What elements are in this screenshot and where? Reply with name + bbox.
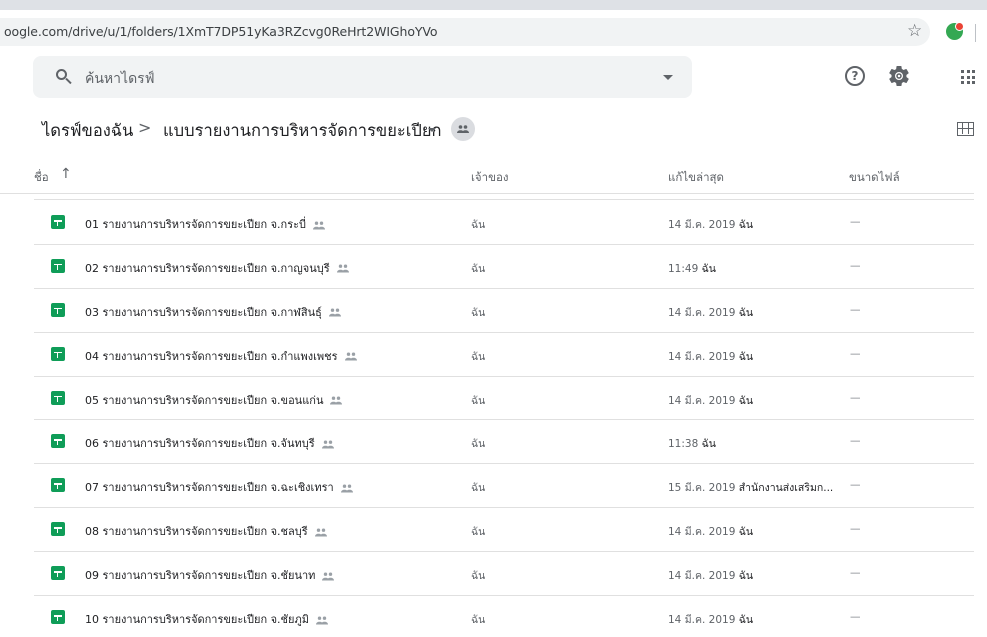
file-last-modified: 14 มี.ค. 2019 ฉัน — [668, 350, 754, 363]
bookmark-star-icon[interactable]: ☆ — [907, 20, 922, 42]
file-last-modified: 14 มี.ค. 2019 ฉัน — [668, 526, 754, 539]
file-row[interactable]: 08 รายงานการบริหารจัดการขยะเปียก จ.ชลบุร… — [34, 508, 974, 553]
browser-toolbar: oogle.com/drive/u/1/folders/1XmT7DP51yKa… — [0, 10, 987, 52]
file-owner: ฉัน — [471, 482, 486, 495]
google-sheets-icon — [51, 522, 65, 537]
shared-people-icon — [330, 396, 343, 405]
file-owner: ฉัน — [471, 219, 486, 231]
google-sheets-icon — [51, 258, 65, 273]
file-row[interactable]: 02 รายงานการบริหารจัดการขยะเปียก จ.กาญจน… — [34, 245, 974, 289]
toolbar-divider — [975, 24, 976, 42]
shared-people-icon — [322, 572, 335, 581]
google-sheets-icon — [51, 215, 65, 229]
google-sheets-icon — [51, 478, 65, 493]
file-list-header: ชื่อ ↑ เจ้าของ แก้ไขล่าสุด ขนาดไฟล์ — [0, 156, 974, 194]
file-last-modified: 14 มี.ค. 2019 ฉัน — [668, 394, 754, 407]
file-size: — — [850, 523, 861, 536]
shared-folder-people-icon[interactable] — [451, 117, 475, 141]
google-sheets-icon — [51, 390, 65, 405]
file-size: — — [850, 435, 861, 448]
file-row[interactable]: 10 รายงานการบริหารจัดการขยะเปียก จ.ชัยภู… — [34, 596, 974, 637]
file-size: — — [850, 216, 861, 228]
file-name[interactable]: 04 รายงานการบริหารจัดการขยะเปียก จ.กำแพง… — [85, 347, 358, 365]
file-owner: ฉัน — [471, 306, 486, 319]
google-apps-icon[interactable] — [961, 70, 975, 84]
file-row[interactable]: 05 รายงานการบริหารจัดการขยะเปียก จ.ขอนแก… — [34, 377, 974, 421]
search-icon[interactable] — [56, 69, 72, 85]
file-row[interactable]: 07 รายงานการบริหารจัดการขยะเปียก จ.ฉะเชิ… — [34, 464, 974, 509]
file-owner: ฉัน — [471, 438, 486, 451]
address-url[interactable]: oogle.com/drive/u/1/folders/1XmT7DP51yKa… — [4, 24, 438, 39]
shared-people-icon — [313, 221, 326, 229]
sort-ascending-arrow-icon[interactable]: ↑ — [60, 166, 72, 182]
file-name[interactable]: 02 รายงานการบริหารจัดการขยะเปียก จ.กาญจน… — [85, 259, 350, 277]
file-name[interactable]: 05 รายงานการบริหารจัดการขยะเปียก จ.ขอนแก… — [85, 391, 343, 409]
column-header-name[interactable]: ชื่อ — [34, 169, 49, 187]
help-icon[interactable]: ? — [845, 66, 865, 86]
column-header-last-modified[interactable]: แก้ไขล่าสุด — [668, 169, 724, 187]
file-last-modified: 14 มี.ค. 2019 ฉัน — [668, 614, 754, 627]
file-size: — — [850, 567, 861, 580]
google-sheets-icon — [51, 302, 65, 317]
file-last-modified: 15 มี.ค. 2019 สำนักงานส่งเสริมก... — [668, 482, 834, 495]
list-divider — [34, 199, 974, 200]
file-name[interactable]: 03 รายงานการบริหารจัดการขยะเปียก จ.กาฬสิ… — [85, 303, 342, 321]
breadcrumb-current-folder[interactable]: แบบรายงานการบริหารจัดการขยะเปียก — [163, 118, 442, 144]
file-size: — — [850, 347, 861, 360]
file-last-modified: 14 มี.ค. 2019 ฉัน — [668, 306, 754, 319]
search-options-dropdown-icon[interactable] — [663, 75, 673, 80]
shared-people-icon — [344, 352, 357, 361]
folder-menu-caret-icon[interactable] — [428, 128, 436, 132]
file-owner: ฉัน — [471, 614, 486, 627]
file-last-modified: 14 มี.ค. 2019 ฉัน — [668, 570, 754, 583]
grid-view-icon[interactable] — [957, 122, 974, 136]
file-owner: ฉัน — [471, 262, 486, 275]
file-name[interactable]: 07 รายงานการบริหารจัดการขยะเปียก จ.ฉะเชิ… — [85, 478, 354, 496]
shared-people-icon — [321, 440, 334, 449]
file-owner: ฉัน — [471, 350, 486, 363]
file-size: — — [850, 479, 861, 492]
file-row[interactable]: 06 รายงานการบริหารจัดการขยะเปียก จ.จันทบ… — [34, 420, 974, 465]
shared-people-icon — [336, 264, 349, 273]
file-row[interactable]: 03 รายงานการบริหารจัดการขยะเปียก จ.กาฬสิ… — [34, 289, 974, 333]
file-list: 01 รายงานการบริหารจัดการขยะเปียก จ.กระบี… — [0, 201, 974, 637]
google-sheets-icon — [51, 610, 65, 625]
file-owner: ฉัน — [471, 394, 486, 407]
breadcrumb-my-drive[interactable]: ไดรฟ์ของฉัน — [42, 118, 133, 144]
file-row[interactable]: 04 รายงานการบริหารจัดการขยะเปียก จ.กำแพง… — [34, 333, 974, 377]
shared-people-icon — [328, 308, 341, 317]
shared-people-icon — [315, 616, 328, 625]
file-owner: ฉัน — [471, 570, 486, 583]
shared-people-icon — [340, 484, 353, 493]
file-last-modified: 14 มี.ค. 2019 ฉัน — [668, 219, 754, 231]
file-name[interactable]: 06 รายงานการบริหารจัดการขยะเปียก จ.จันทบ… — [85, 434, 335, 452]
google-sheets-icon — [51, 566, 65, 581]
file-size: — — [850, 611, 861, 624]
search-input[interactable]: ค้นหาไดรฟ์ — [85, 68, 155, 90]
file-size: — — [850, 391, 861, 404]
column-header-owner: เจ้าของ — [471, 170, 509, 184]
drive-search-bar[interactable]: ค้นหาไดรฟ์ — [33, 56, 692, 98]
file-last-modified: 11:38 ฉัน — [668, 438, 716, 451]
file-name[interactable]: 08 รายงานการบริหารจัดการขยะเปียก จ.ชลบุร… — [85, 522, 328, 540]
file-size: — — [850, 259, 861, 272]
google-sheets-icon — [51, 346, 65, 361]
google-sheets-icon — [51, 434, 65, 449]
file-owner: ฉัน — [471, 526, 486, 539]
extension-icon[interactable] — [946, 22, 964, 40]
file-name[interactable]: 10 รายงานการบริหารจัดการขยะเปียก จ.ชัยภู… — [85, 610, 329, 628]
shared-people-icon — [314, 528, 327, 537]
settings-gear-icon[interactable] — [887, 64, 911, 88]
file-row[interactable]: 09 รายงานการบริหารจัดการขยะเปียก จ.ชัยนา… — [34, 552, 974, 597]
file-last-modified: 11:49 ฉัน — [668, 262, 716, 275]
file-row[interactable]: 01 รายงานการบริหารจัดการขยะเปียก จ.กระบี… — [34, 201, 974, 245]
file-size: — — [850, 303, 861, 316]
browser-tab-strip — [0, 0, 987, 10]
file-name[interactable]: 09 รายงานการบริหารจัดการขยะเปียก จ.ชัยนา… — [85, 566, 335, 584]
breadcrumb-separator-icon: > — [138, 118, 152, 137]
column-header-file-size[interactable]: ขนาดไฟล์ — [849, 169, 900, 187]
file-name[interactable]: 01 รายงานการบริหารจัดการขยะเปียก จ.กระบี… — [85, 215, 326, 233]
